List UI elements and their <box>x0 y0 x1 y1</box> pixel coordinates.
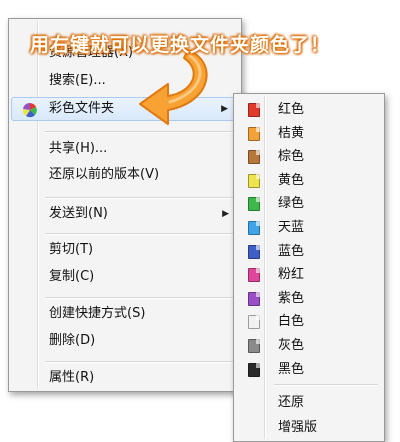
menu-item-cut[interactable]: 剪切(T) <box>11 238 239 262</box>
submenu-item-color[interactable]: 桔黄 <box>236 122 382 146</box>
menu-item-label: 创建快捷方式(S) <box>49 306 146 321</box>
folder-color-icon <box>248 103 260 117</box>
menu-item-label: 还原以前的版本(V) <box>49 167 160 182</box>
submenu-item-restore[interactable]: 还原 <box>236 391 382 415</box>
submenu-item-color[interactable]: 紫色 <box>236 287 382 311</box>
folder-color-icon <box>248 150 260 165</box>
submenu-item-label: 桔黄 <box>278 125 305 141</box>
menu-item-create-shortcut[interactable]: 创建快捷方式(S) <box>11 302 239 326</box>
menu-separator <box>45 297 235 299</box>
submenu-item-color[interactable]: 黑色 <box>236 358 382 382</box>
submenu-arrow-icon: ▶ <box>222 209 229 219</box>
folder-color-icon <box>248 173 260 188</box>
submenu-item-label: 灰色 <box>278 338 305 353</box>
submenu-item-label: 绿色 <box>278 196 305 212</box>
submenu-item-color[interactable]: 黄色 <box>236 169 382 193</box>
folder-color-icon <box>248 268 260 283</box>
menu-item-label: 共享(H)... <box>49 141 108 156</box>
menu-item-label: 属性(R) <box>49 370 95 385</box>
menu-item-label: 发送到(N) <box>49 206 108 221</box>
submenu-item-label: 黑色 <box>278 361 305 377</box>
submenu-item-label: 蓝色 <box>278 243 305 259</box>
menu-separator <box>45 197 235 199</box>
submenu-item-color[interactable]: 天蓝 <box>236 216 382 240</box>
submenu-item-label: 还原 <box>278 395 305 410</box>
submenu-item-color[interactable]: 棕色 <box>236 145 382 169</box>
color-submenu: 红色桔黄棕色黄色绿色天蓝蓝色粉红紫色白色灰色黑色 还原 增强版 <box>233 93 385 442</box>
menu-item-share[interactable]: 共享(H)... <box>11 137 239 161</box>
pinwheel-icon <box>22 102 37 118</box>
menu-item-label: 删除(D) <box>49 333 96 348</box>
submenu-item-color[interactable]: 蓝色 <box>236 240 382 264</box>
folder-color-icon <box>248 221 260 235</box>
menu-separator <box>45 233 235 235</box>
submenu-separator <box>274 384 378 386</box>
menu-item-label: 剪切(T) <box>49 242 94 257</box>
submenu-item-label: 粉红 <box>278 267 305 283</box>
folder-color-icon <box>248 339 260 353</box>
submenu-item-label: 天蓝 <box>278 220 305 235</box>
folder-color-icon <box>248 315 260 330</box>
menu-item-label: 彩色文件夹 <box>49 101 115 116</box>
submenu-item-label: 黄色 <box>278 172 305 188</box>
submenu-item-color[interactable]: 灰色 <box>236 334 382 358</box>
submenu-item-label: 红色 <box>278 102 305 117</box>
menu-item-label: 复制(C) <box>49 269 95 284</box>
menu-item-delete[interactable]: 删除(D) <box>11 329 239 353</box>
submenu-item-color[interactable]: 绿色 <box>236 192 382 216</box>
submenu-item-color[interactable]: 红色 <box>236 98 382 122</box>
menu-item-properties[interactable]: 属性(R) <box>11 366 239 390</box>
menu-item-restore-previous[interactable]: 还原以前的版本(V) <box>11 163 239 187</box>
submenu-item-label: 白色 <box>278 314 305 330</box>
folder-color-icon <box>248 362 260 377</box>
folder-color-icon <box>248 291 260 306</box>
folder-color-icon <box>248 244 260 259</box>
submenu-item-label: 棕色 <box>278 149 305 165</box>
menu-item-send-to[interactable]: 发送到(N) ▶ <box>11 202 239 226</box>
menu-item-label: 搜索(E)... <box>49 73 106 88</box>
menu-item-copy[interactable]: 复制(C) <box>11 265 239 289</box>
submenu-arrow-icon: ▶ <box>221 104 228 114</box>
submenu-item-color[interactable]: 白色 <box>236 310 382 334</box>
curved-arrow-icon <box>139 49 208 125</box>
submenu-item-label: 增强版 <box>278 420 318 435</box>
submenu-item-label: 紫色 <box>278 290 305 306</box>
submenu-item-enhanced[interactable]: 增强版 <box>236 416 382 440</box>
submenu-item-color[interactable]: 粉红 <box>236 263 382 287</box>
folder-color-icon <box>248 197 260 212</box>
callout-banner: 用右键就可以更换文件夹颜色了！ <box>30 34 331 56</box>
folder-color-icon <box>248 126 260 141</box>
menu-separator <box>45 361 235 363</box>
